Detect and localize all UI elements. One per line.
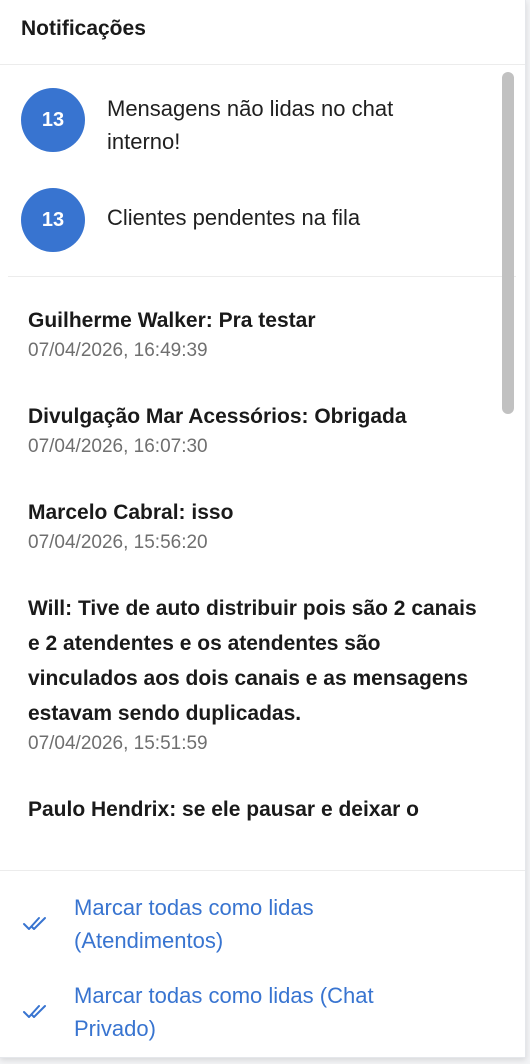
message-text: Paulo Hendrix: se ele pausar e deixar o xyxy=(28,798,419,821)
notifications-header: Notificações xyxy=(0,0,525,65)
unread-chat-summary[interactable]: 13 Mensagens não lidas no chat interno! xyxy=(21,88,525,158)
mark-all-read-attendances-button[interactable]: Marcar todas como lidas (Atendimentos) xyxy=(0,891,525,957)
summary-section: 13 Mensagens não lidas no chat interno! … xyxy=(0,66,525,252)
notifications-footer: Marcar todas como lidas (Atendimentos) M… xyxy=(0,870,525,1057)
notifications-title: Notificações xyxy=(21,17,146,40)
pending-clients-count-badge: 13 xyxy=(21,188,85,252)
message-timestamp: 07/04/2026, 15:51:59 xyxy=(28,733,208,754)
pending-clients-summary-text: Clientes pendentes na fila xyxy=(107,205,361,230)
message-text: Guilherme Walker: Pra testar xyxy=(28,309,316,332)
message-text: Marcelo Cabral: isso xyxy=(28,501,234,524)
double-check-icon xyxy=(23,1005,46,1018)
message-text: Divulgação Mar Acessórios: Obrigada xyxy=(28,405,407,428)
message-timestamp: 07/04/2026, 15:56:20 xyxy=(28,532,208,553)
scrollbar-thumb[interactable] xyxy=(502,72,514,414)
list-item[interactable]: Will: Tive de auto distribuir pois são 2… xyxy=(28,591,478,757)
message-text: Will: Tive de auto distribuir pois são 2… xyxy=(28,597,477,725)
message-timestamp: 07/04/2026, 16:07:30 xyxy=(28,436,208,457)
double-check-icon xyxy=(23,917,46,930)
pending-clients-summary[interactable]: 13 Clientes pendentes na fila xyxy=(21,188,525,252)
mark-all-read-attendances-label: Marcar todas como lidas (Atendimentos) xyxy=(74,895,314,953)
notifications-scroll-area[interactable]: 13 Mensagens não lidas no chat interno! … xyxy=(0,66,525,870)
message-timestamp: 07/04/2026, 16:49:39 xyxy=(28,340,208,361)
list-item[interactable]: Marcelo Cabral: isso 07/04/2026, 15:56:2… xyxy=(28,495,478,556)
message-list: Guilherme Walker: Pra testar 07/04/2026,… xyxy=(0,277,525,827)
mark-all-read-private-chat-button[interactable]: Marcar todas como lidas (Chat Privado) xyxy=(0,979,525,1045)
unread-chat-count-badge: 13 xyxy=(21,88,85,152)
notifications-panel: Notificações 13 Mensagens não lidas no c… xyxy=(0,0,526,1058)
list-item[interactable]: Divulgação Mar Acessórios: Obrigada 07/0… xyxy=(28,399,478,460)
mark-all-read-private-chat-label: Marcar todas como lidas (Chat Privado) xyxy=(74,983,374,1041)
unread-chat-summary-text: Mensagens não lidas no chat interno! xyxy=(107,96,394,154)
list-item[interactable]: Guilherme Walker: Pra testar 07/04/2026,… xyxy=(28,303,478,364)
list-item[interactable]: Paulo Hendrix: se ele pausar e deixar o xyxy=(28,792,478,827)
